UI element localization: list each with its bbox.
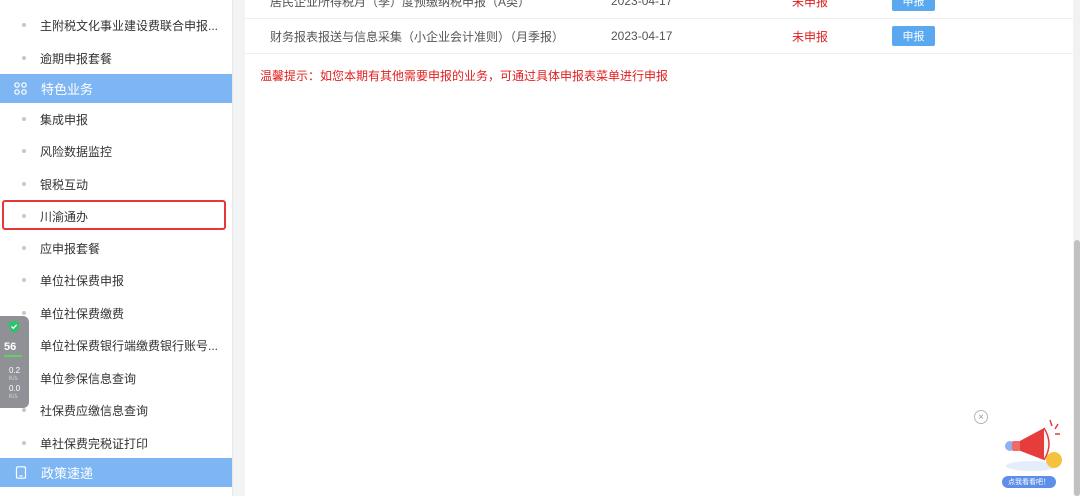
promo-caption: 点我看看吧！ <box>1002 476 1056 488</box>
bullet <box>22 182 26 186</box>
upload-speed: 0.2 <box>9 366 21 375</box>
promo-floating-widget[interactable]: × 点我看看吧！ <box>972 406 1068 492</box>
declaration-name: 居民企业所得税月（季）度预缴纳税申报（A类） <box>270 0 531 9</box>
sidebar-item-label: 应申报套餐 <box>40 241 101 256</box>
bullet <box>22 441 26 445</box>
status-text: 未申报 <box>792 0 829 9</box>
shield-icon <box>8 320 20 336</box>
bullet <box>22 23 26 27</box>
download-unit: K/s <box>9 394 18 400</box>
monitor-bar <box>4 355 22 357</box>
grid-icon <box>14 82 27 95</box>
sidebar-item-label: 单位社保费银行端缴费银行账号... <box>40 338 219 353</box>
sidebar-item-label: 风险数据监控 <box>40 144 113 159</box>
download-speed: 0.0 <box>9 384 21 393</box>
sidebar-item-bank-tax[interactable]: 银税互动 <box>0 168 232 200</box>
sidebar-item-insured-info[interactable]: 单位参保信息查询 <box>0 362 232 394</box>
table-row: 居民企业所得税月（季）度预缴纳税申报（A类） 2023-04-17 未申报 申报 <box>245 0 1073 19</box>
megaphone-icon <box>1000 414 1064 479</box>
sidebar-section-policy[interactable]: 政策速递 <box>0 458 232 487</box>
sidebar-item-label: 集成申报 <box>40 112 89 127</box>
sidebar-item-label: 社保费应缴信息查询 <box>40 403 149 418</box>
bullet <box>22 278 26 282</box>
section-label: 特色业务 <box>41 82 94 97</box>
main-panel: 居民企业所得税月（季）度预缴纳税申报（A类） 2023-04-17 未申报 申报… <box>245 0 1073 496</box>
sidebar-item-cultural-fee[interactable]: 主附税文化事业建设费联合申报... <box>0 9 232 41</box>
close-icon[interactable]: × <box>974 410 988 424</box>
sidebar-item-label: 单位社保费申报 <box>40 273 125 288</box>
scrollbar[interactable] <box>1074 0 1080 496</box>
network-monitor-widget[interactable]: 56 0.2 K/s 0.0 K/s <box>0 316 29 408</box>
declaration-date: 2023-04-17 <box>611 29 673 43</box>
bullet <box>22 117 26 121</box>
sidebar-item-label: 单位参保信息查询 <box>40 371 137 386</box>
declaration-date: 2023-04-17 <box>611 0 673 8</box>
bullet <box>22 56 26 60</box>
sidebar-item-label: 逾期申报套餐 <box>40 51 113 66</box>
section-label: 政策速递 <box>41 466 94 481</box>
table-row: 财务报表报送与信息采集（小企业会计准则）（月季报） 2023-04-17 未申报… <box>245 19 1073 54</box>
sidebar-section-feature[interactable]: 特色业务 <box>0 74 232 103</box>
sidebar-item-declaration-package[interactable]: 应申报套餐 <box>0 232 232 264</box>
bullet <box>22 311 26 315</box>
sidebar: 主附税文化事业建设费联合申报... 逾期申报套餐 特色业务 集成申报 风险数据监… <box>0 0 233 496</box>
bullet <box>22 246 26 250</box>
bullet <box>22 149 26 153</box>
warm-tip: 温馨提示：如您本期有其他需要申报的业务，可通过具体申报表菜单进行申报 <box>260 69 669 83</box>
monitor-score: 56 <box>4 341 17 353</box>
sidebar-item-label: 银税互动 <box>40 177 89 192</box>
declaration-name: 财务报表报送与信息采集（小企业会计准则）（月季报） <box>270 29 565 44</box>
sidebar-item-overdue-package[interactable]: 逾期申报套餐 <box>0 42 232 74</box>
sidebar-item-risk-monitor[interactable]: 风险数据监控 <box>0 135 232 167</box>
sidebar-item-label: 川渝通办 <box>40 209 89 224</box>
sidebar-item-social-security-declare[interactable]: 单位社保费申报 <box>0 264 232 296</box>
sidebar-item-social-security-pay[interactable]: 单位社保费缴费 <box>0 297 232 329</box>
tablet-icon <box>14 466 27 479</box>
sidebar-item-payable-info[interactable]: 社保费应缴信息查询 <box>0 394 232 426</box>
declare-button[interactable]: 申报 <box>892 0 935 11</box>
sidebar-item-integrated-declaration[interactable]: 集成申报 <box>0 103 232 135</box>
bullet <box>22 214 26 218</box>
sidebar-item-label: 单位社保费缴费 <box>40 306 125 321</box>
scrollbar-thumb[interactable] <box>1074 240 1080 496</box>
status-text: 未申报 <box>792 29 829 44</box>
sidebar-item-tax-certificate-print[interactable]: 单社保费完税证打印 <box>0 427 232 459</box>
sidebar-item-bank-account[interactable]: 单位社保费银行端缴费银行账号... <box>0 329 232 361</box>
sidebar-item-label: 主附税文化事业建设费联合申报... <box>40 18 219 33</box>
upload-unit: K/s <box>9 376 18 382</box>
bullet <box>22 408 26 412</box>
declare-button[interactable]: 申报 <box>892 26 935 46</box>
sidebar-item-label: 单社保费完税证打印 <box>40 436 149 451</box>
sidebar-item-chuanyu[interactable]: 川渝通办 <box>0 200 232 232</box>
